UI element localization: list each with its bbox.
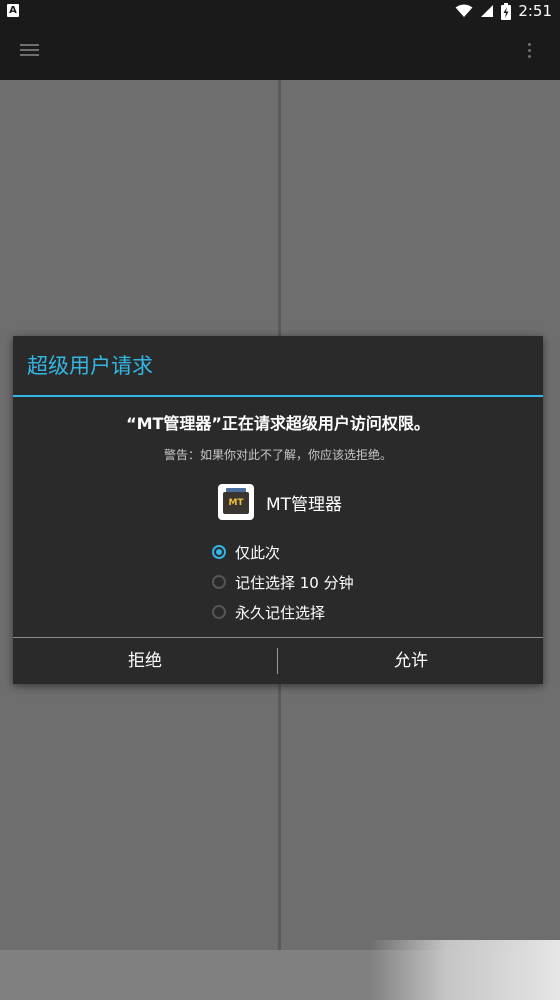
allow-button[interactable]: 允许 — [279, 638, 543, 684]
dialog-title: 超级用户请求 — [27, 354, 153, 378]
screen: A 2:51 超级用户请求 “MT管理器”正在请求超级用户访问权限。 警告：如果… — [0, 0, 560, 1000]
superuser-request-dialog: 超级用户请求 “MT管理器”正在请求超级用户访问权限。 警告：如果你对此不了解，… — [13, 336, 543, 684]
deny-button[interactable]: 拒绝 — [13, 638, 277, 684]
hamburger-menu-icon[interactable] — [20, 42, 40, 58]
option-once[interactable]: 仅此次 — [212, 537, 354, 567]
option-label: 永久记住选择 — [235, 603, 326, 622]
status-bar: A 2:51 — [0, 0, 560, 22]
more-vertical-icon[interactable] — [528, 42, 532, 58]
option-label: 仅此次 — [235, 543, 281, 562]
dialog-message: “MT管理器”正在请求超级用户访问权限。 — [126, 414, 430, 433]
app-name: MT管理器 — [266, 494, 343, 515]
button-separator — [277, 648, 278, 674]
battery-charging-icon — [501, 2, 512, 20]
status-icons: 2:51 — [455, 0, 552, 22]
dialog-warning: 警告：如果你对此不了解，你应该选拒绝。 — [163, 448, 392, 462]
option-label: 记住选择 10 分钟 — [235, 573, 354, 592]
remember-options: 仅此次 记住选择 10 分钟 永久记住选择 — [212, 537, 354, 627]
requesting-app: MT MT管理器 — [218, 484, 342, 520]
wifi-icon — [455, 4, 473, 17]
app-toolbar — [0, 22, 560, 80]
option-remember-10-minutes[interactable]: 记住选择 10 分钟 — [212, 567, 354, 597]
bottom-fade — [370, 940, 560, 1000]
dialog-title-divider — [13, 395, 543, 397]
radio-unchecked-icon[interactable] — [212, 575, 226, 589]
cellular-signal-icon — [481, 5, 494, 17]
notification-icon: A — [7, 4, 19, 17]
status-time: 2:51 — [518, 2, 552, 20]
option-remember-forever[interactable]: 永久记住选择 — [212, 597, 354, 627]
radio-unchecked-icon[interactable] — [212, 605, 226, 619]
radio-checked-icon[interactable] — [212, 545, 226, 559]
mt-manager-app-icon: MT — [218, 484, 254, 520]
